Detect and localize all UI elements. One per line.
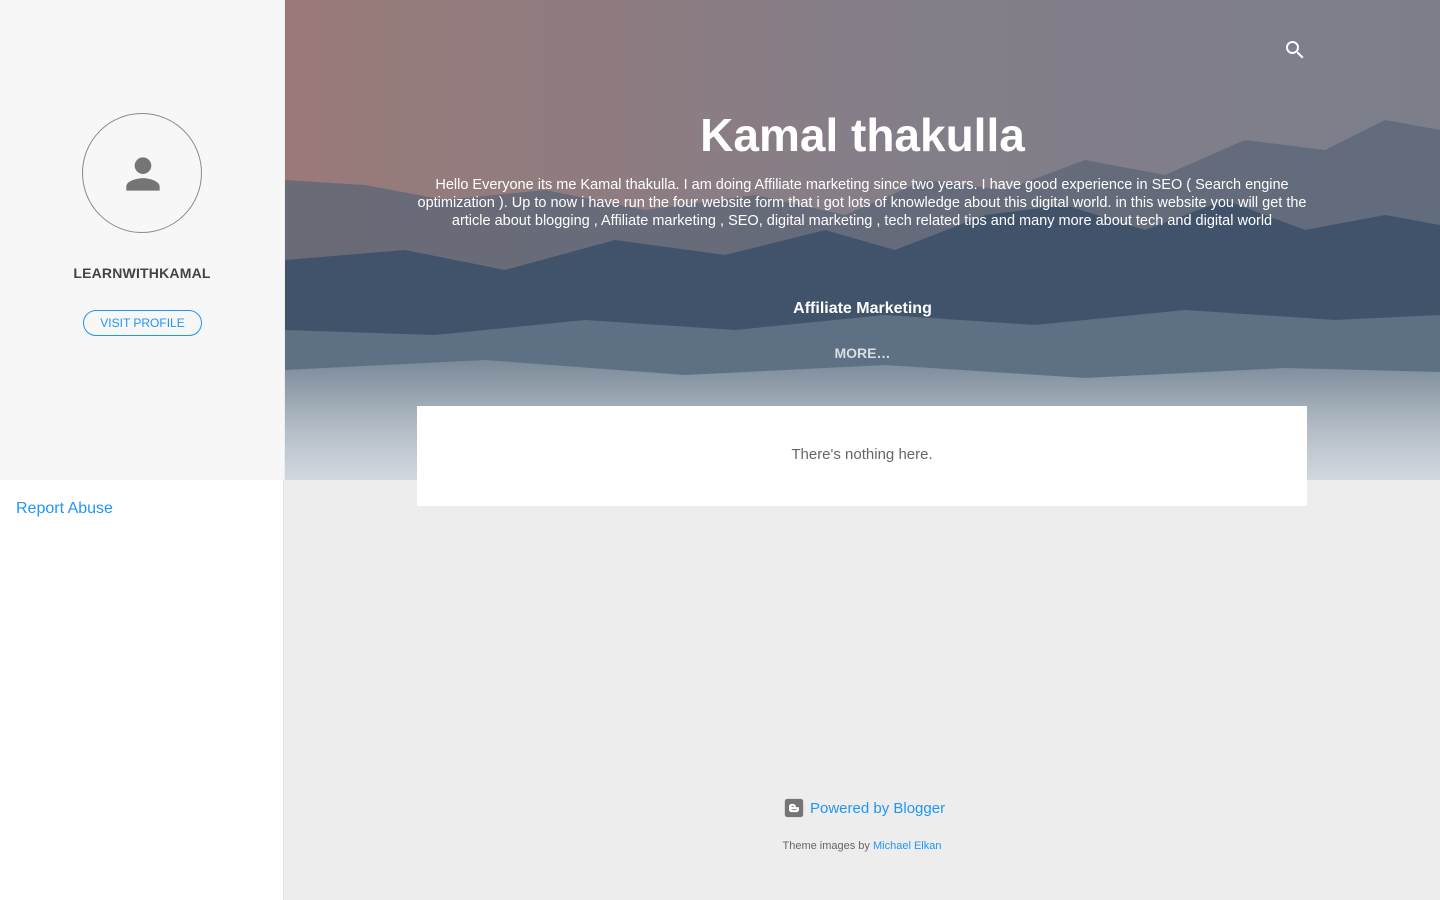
empty-message: There's nothing here. (791, 446, 933, 463)
blog-title[interactable]: Kamal thakulla (285, 108, 1440, 162)
visit-profile-button[interactable]: VISIT PROFILE (83, 310, 202, 336)
nav-more-button[interactable]: MORE… (285, 345, 1440, 361)
profile-panel: LEARNWITHKAMAL VISIT PROFILE (0, 0, 284, 480)
powered-by-label: Powered by Blogger (810, 799, 946, 817)
blog-description: Hello Everyone its me Kamal thakulla. I … (417, 177, 1307, 229)
theme-author-link[interactable]: Michael Elkan (873, 840, 941, 852)
person-icon (126, 157, 160, 191)
blogger-icon (784, 798, 804, 818)
search-icon[interactable] (1283, 38, 1307, 62)
sidebar: LEARNWITHKAMAL VISIT PROFILE Report Abus… (0, 0, 284, 900)
theme-credit-prefix: Theme images by (782, 840, 870, 852)
powered-by-blogger-link[interactable]: Powered by Blogger (784, 797, 945, 819)
profile-name[interactable]: LEARNWITHKAMAL (0, 265, 284, 281)
report-abuse-link[interactable]: Report Abuse (16, 500, 113, 518)
posts-container: There's nothing here. (417, 406, 1307, 506)
theme-credit: Theme images by Michael Elkan (0, 840, 1440, 852)
nav-affiliate-marketing[interactable]: Affiliate Marketing (285, 300, 1440, 318)
avatar[interactable] (82, 113, 202, 233)
